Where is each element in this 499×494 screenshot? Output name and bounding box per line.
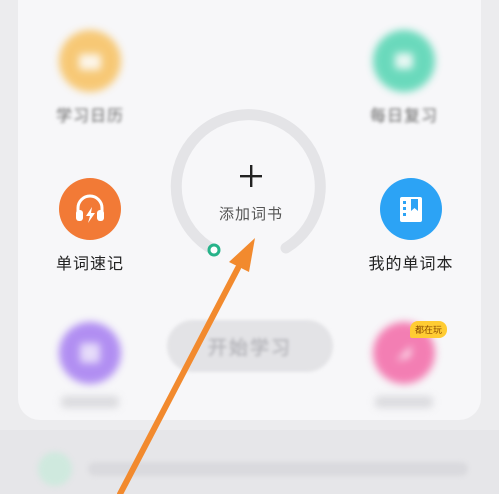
calendar-icon (59, 30, 121, 92)
add-wordbook-ring[interactable]: 添加词书 (168, 103, 334, 269)
word-speed-memo-entry[interactable]: 单词速记 (42, 178, 138, 274)
bottom-section-text-placeholder (88, 462, 468, 476)
book-icon (380, 178, 442, 240)
my-wordbook-entry[interactable]: 我的单词本 (356, 178, 466, 274)
hot-badge: 都在玩 (410, 321, 448, 338)
study-calendar-label: 学习日历 (55, 106, 124, 125)
my-wordbook-label: 我的单词本 (368, 254, 454, 273)
bottom-left-label-placeholder (61, 396, 119, 408)
progress-start-dot (207, 243, 221, 257)
daily-review-entry[interactable]: 每日复习 (356, 30, 452, 126)
study-calendar-entry[interactable]: 学习日历 (42, 30, 138, 126)
headphones-icon (59, 178, 121, 240)
letters-icon (59, 322, 121, 384)
review-icon (373, 30, 435, 92)
start-learning-button[interactable]: 开始学习 (167, 320, 333, 372)
bottom-section-icon (38, 452, 72, 486)
add-wordbook-label: 添加词书 (218, 205, 283, 223)
word-speed-memo-label: 单词速记 (55, 254, 124, 273)
bottom-right-label-placeholder (375, 396, 433, 408)
bottom-left-entry[interactable] (42, 322, 138, 408)
daily-review-label: 每日复习 (369, 106, 438, 125)
plus-icon (240, 165, 262, 187)
